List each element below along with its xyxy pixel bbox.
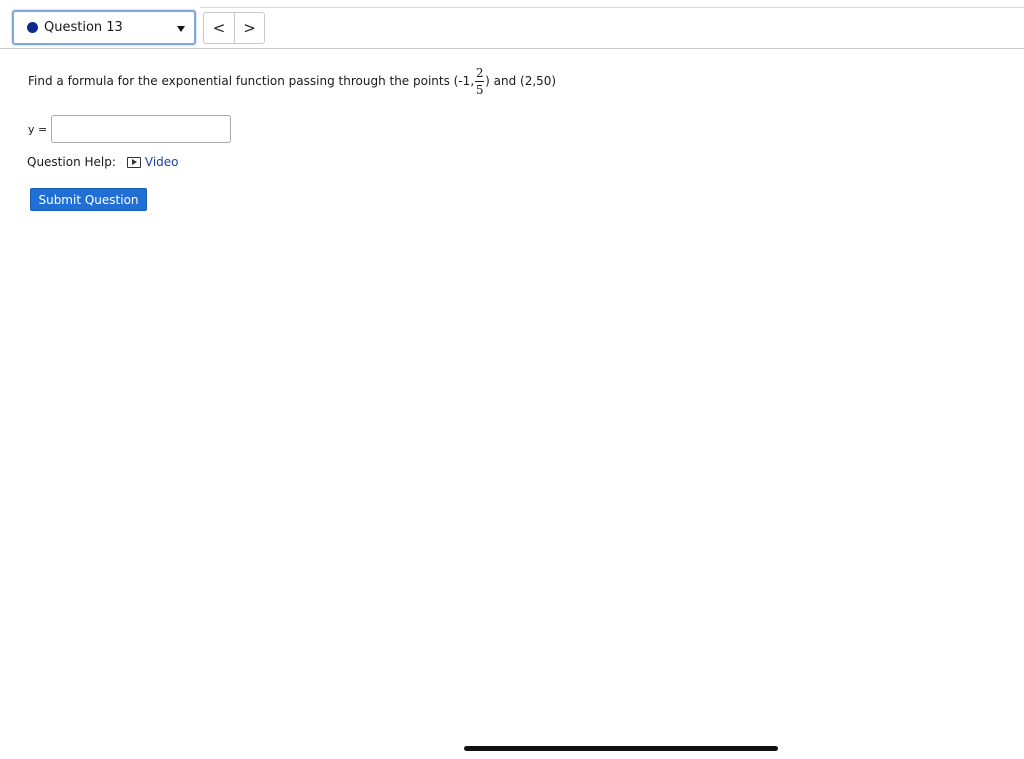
fraction-denominator: 5 bbox=[475, 82, 484, 97]
fraction-bar bbox=[475, 80, 485, 82]
previous-question-button[interactable]: < bbox=[204, 13, 234, 43]
question-select[interactable]: Question 13 bbox=[12, 10, 196, 45]
question-toolbar: Question 13 < > bbox=[0, 0, 1024, 49]
next-question-button[interactable]: > bbox=[233, 13, 264, 43]
home-indicator[interactable] bbox=[464, 746, 778, 751]
toolbar-bottom-divider bbox=[0, 48, 1024, 49]
toolbar-top-divider bbox=[200, 7, 1024, 8]
video-help-link[interactable]: Video bbox=[126, 155, 179, 169]
question-prompt: Find a formula for the exponential funct… bbox=[28, 74, 475, 88]
question-status-dot-icon bbox=[27, 22, 38, 33]
answer-input[interactable] bbox=[51, 115, 232, 143]
submit-question-button[interactable]: Submit Question bbox=[30, 188, 147, 211]
question-select-label: Question 13 bbox=[44, 20, 123, 35]
question-text: Find a formula for the exponential funct… bbox=[28, 62, 556, 100]
question-nav: < > bbox=[203, 12, 265, 44]
answer-row: y = bbox=[28, 115, 232, 143]
video-help-label: Video bbox=[144, 155, 179, 169]
answer-label: y = bbox=[28, 122, 48, 136]
question-prompt-end: ) and (2,50) bbox=[485, 74, 557, 88]
fraction: 2 5 bbox=[475, 65, 485, 97]
fraction-numerator: 2 bbox=[475, 65, 484, 80]
question-help: Question Help: Video bbox=[27, 155, 179, 169]
question-help-label: Question Help: bbox=[27, 155, 116, 169]
dropdown-caret-icon bbox=[177, 26, 185, 32]
video-play-icon bbox=[126, 156, 141, 168]
